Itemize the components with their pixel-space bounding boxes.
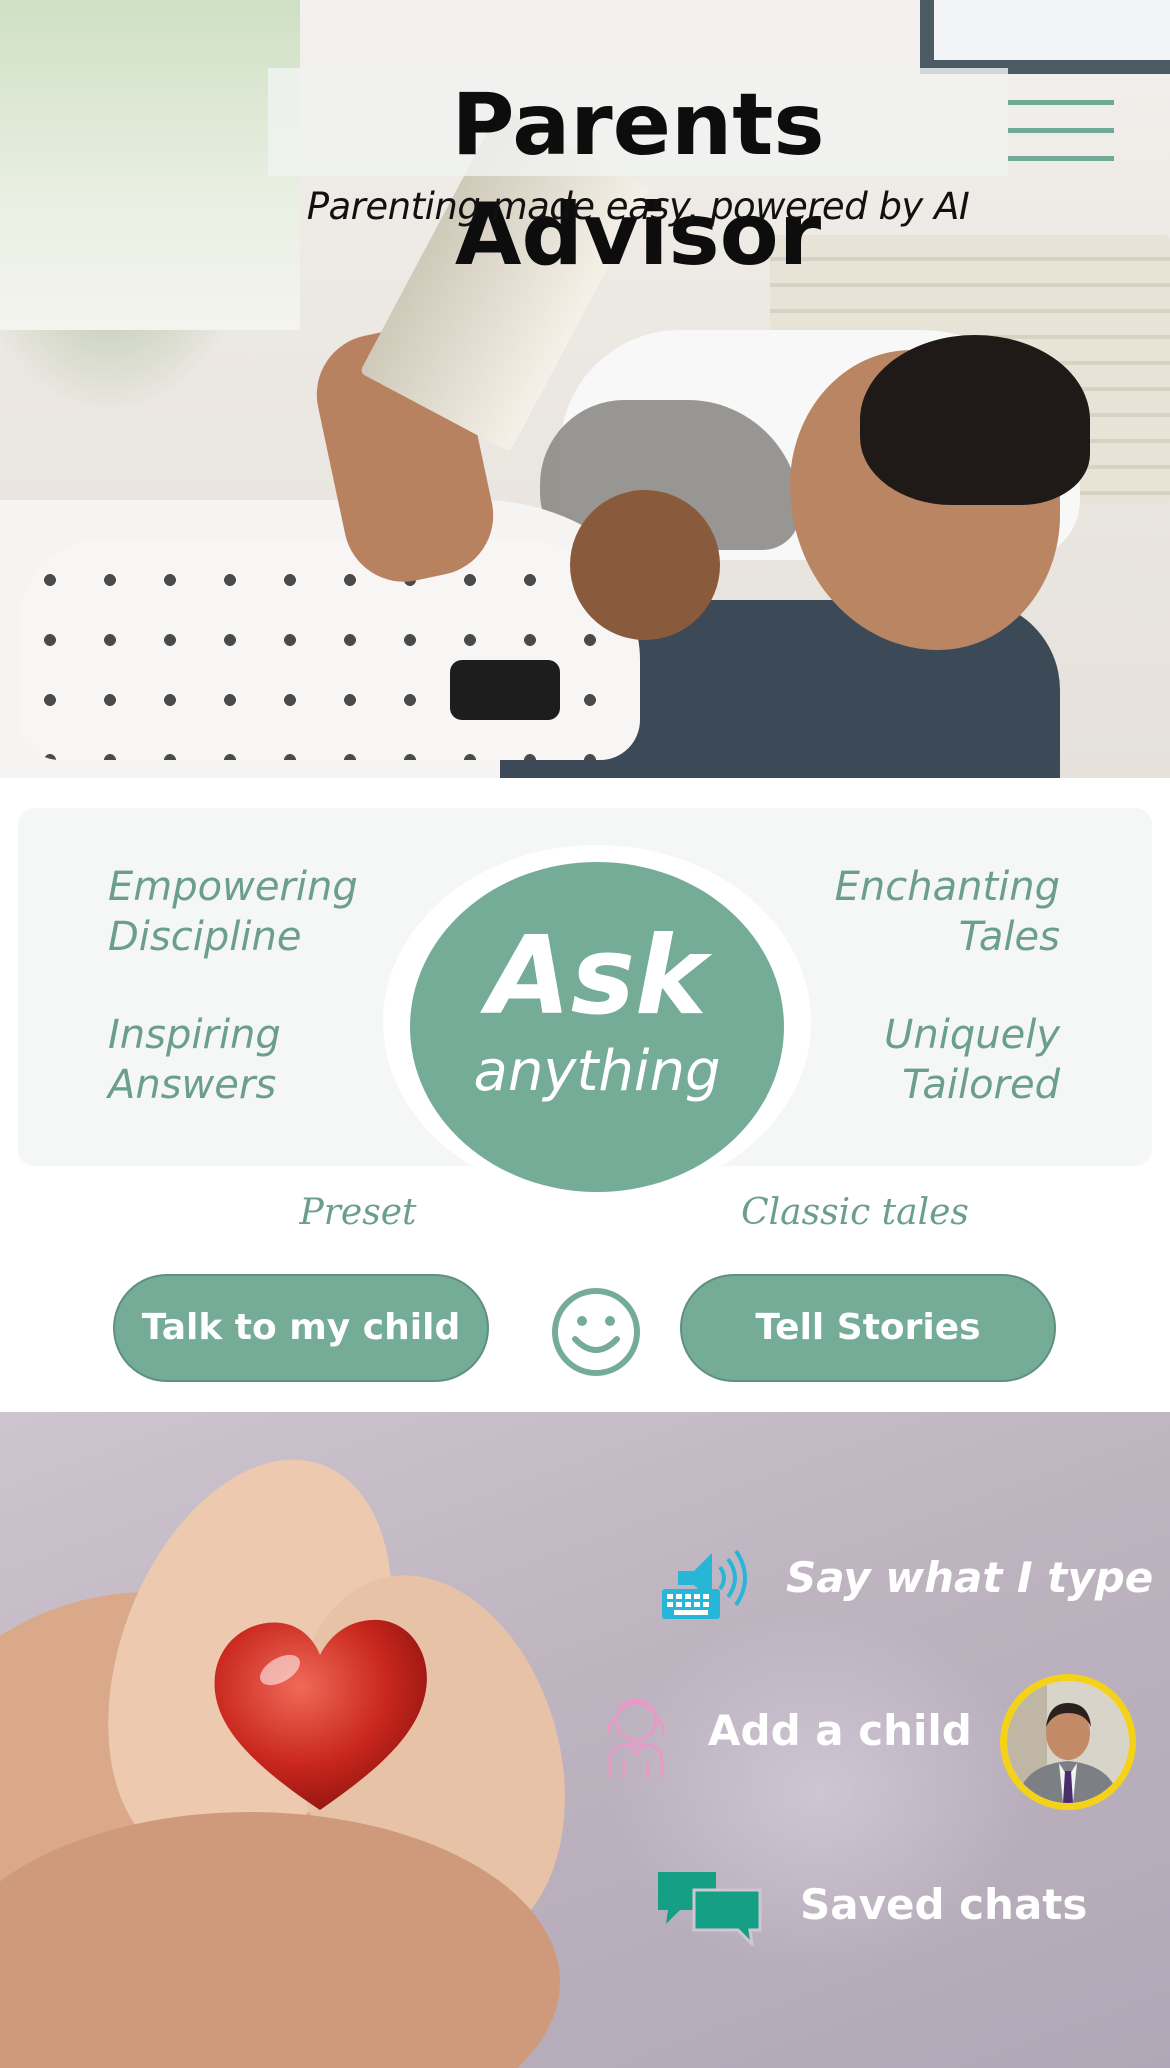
hamburger-menu-icon[interactable] — [1008, 100, 1114, 164]
window-background — [0, 0, 300, 330]
say-what-i-type-option[interactable]: Say what I type — [786, 1553, 1153, 1602]
saved-chats-option[interactable]: Saved chats — [800, 1880, 1087, 1929]
tell-stories-button[interactable]: Tell Stories — [680, 1274, 1056, 1382]
avatar-portrait — [1007, 1681, 1129, 1803]
feature-line: Answers — [108, 1062, 277, 1108]
wrist-watch — [450, 660, 560, 720]
feature-inspiring-answers: Inspiring Answers — [108, 1010, 281, 1110]
talk-to-my-child-button[interactable]: Talk to my child — [113, 1274, 489, 1382]
classic-tales-caption: Classic tales — [741, 1192, 969, 1233]
keyboard-speaker-icon[interactable] — [660, 1545, 752, 1623]
hands-heart-image — [0, 1412, 1170, 2068]
father-hair — [860, 335, 1090, 505]
feature-empowering-discipline: Empowering Discipline — [108, 862, 358, 962]
picture-frame — [920, 0, 1170, 74]
feature-line: Empowering — [108, 864, 358, 910]
smiley-face-icon[interactable] — [551, 1287, 641, 1377]
chat-bubbles-icon[interactable] — [654, 1868, 764, 1946]
add-a-child-option[interactable]: Add a child — [708, 1706, 972, 1755]
ask-label: Ask — [487, 914, 707, 1039]
preset-caption: Preset — [299, 1192, 417, 1233]
heart-icon — [214, 1619, 427, 1810]
anything-label: anything — [473, 1039, 721, 1104]
user-avatar-icon[interactable] — [1000, 1674, 1136, 1810]
ask-anything-button[interactable]: Ask anything — [410, 862, 784, 1192]
feature-line: Discipline — [108, 914, 302, 960]
feature-line: Inspiring — [108, 1012, 281, 1058]
baby-head — [570, 490, 720, 640]
app-subtitle: Parenting made easy, powered by AI — [306, 185, 970, 228]
app-title: Parents Advisor — [451, 75, 825, 285]
child-outline-icon[interactable] — [596, 1690, 676, 1780]
baby — [20, 540, 640, 760]
